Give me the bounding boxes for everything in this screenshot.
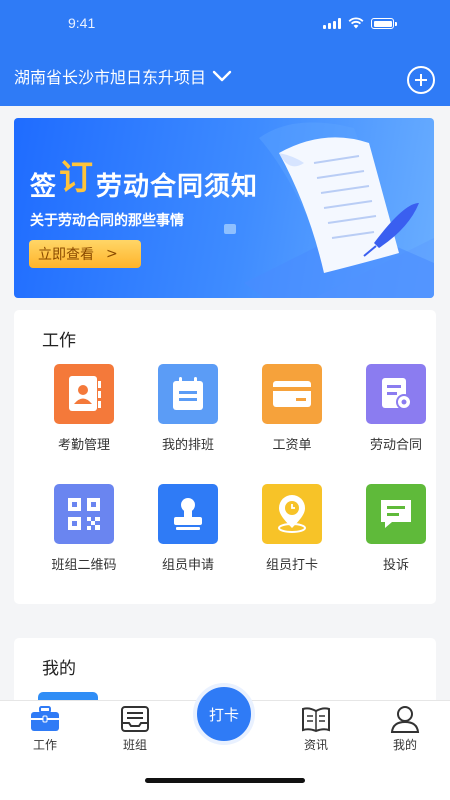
briefcase-icon (31, 706, 59, 731)
chevron-down-icon (212, 70, 232, 82)
tab-team[interactable]: 班组 (105, 705, 165, 753)
add-button[interactable] (407, 66, 435, 94)
chevron-right-icon: > (106, 246, 118, 262)
work-item-label: 劳动合同 (369, 438, 422, 453)
work-item-complaint[interactable]: 投诉 (344, 484, 448, 573)
project-name: 湖南省长沙市旭日东升项目 (14, 68, 207, 87)
work-item-label: 考勤管理 (57, 438, 110, 453)
message-icon (366, 484, 426, 544)
banner-title: 签订劳动合同须知 (30, 158, 259, 202)
contract-scroll-illustration (224, 122, 434, 298)
work-item-label: 投诉 (382, 558, 409, 573)
inbox-icon (121, 706, 149, 732)
work-item-attendance[interactable]: 考勤管理 (32, 364, 136, 453)
tab-label: 工作 (32, 738, 57, 752)
work-item-team-qrcode[interactable]: 班组二维码 (32, 484, 136, 573)
home-indicator (145, 778, 305, 783)
work-item-label: 组员申请 (161, 558, 214, 573)
location-clock-icon (262, 484, 322, 544)
signal-icon (323, 18, 341, 29)
work-item-payslip[interactable]: 工资单 (240, 364, 344, 453)
work-item-member-punch[interactable]: 组员打卡 (240, 484, 344, 573)
status-icons (323, 17, 397, 29)
work-item-label: 工资单 (272, 438, 312, 453)
calendar-icon (158, 364, 218, 424)
app-header: 9:41 湖南省长沙市旭日东升项目 (0, 0, 450, 106)
view-now-button[interactable]: 立即查看 > (29, 240, 141, 268)
status-time: 9:41 (68, 15, 96, 31)
person-icon (390, 706, 420, 733)
qr-code-icon (54, 484, 114, 544)
work-item-schedule[interactable]: 我的排班 (136, 364, 240, 453)
tab-news[interactable]: 资讯 (286, 705, 346, 753)
work-item-contract[interactable]: 劳动合同 (344, 364, 448, 453)
tab-label: 班组 (122, 738, 147, 752)
wifi-icon (348, 17, 364, 29)
status-bar: 9:41 (0, 0, 450, 48)
view-now-label: 立即查看 (38, 247, 94, 263)
punch-in-label: 打卡 (208, 705, 239, 724)
stamp-icon (158, 484, 218, 544)
work-item-label: 我的排班 (161, 438, 214, 453)
tab-work[interactable]: 工作 (15, 705, 75, 753)
work-item-member-apply[interactable]: 组员申请 (136, 484, 240, 573)
contract-icon (366, 364, 426, 424)
tab-mine[interactable]: 我的 (375, 705, 435, 753)
punch-in-button[interactable]: 打卡 (193, 683, 255, 745)
mine-section-title: 我的 (42, 659, 76, 679)
work-item-label: 班组二维码 (51, 558, 117, 573)
tab-label: 资讯 (303, 738, 328, 752)
news-icon (302, 707, 330, 733)
work-section-title: 工作 (42, 331, 76, 351)
work-item-label: 组员打卡 (265, 558, 318, 573)
promo-banner[interactable]: 签订劳动合同须知 关于劳动合同的那些事情 立即查看 > (14, 118, 434, 298)
battery-icon (371, 18, 397, 29)
contacts-icon (54, 364, 114, 424)
banner-subtitle: 关于劳动合同的那些事情 (30, 213, 184, 229)
work-section: 工作 考勤管理 我的排班 工资单 劳动合同 班组二维码 组员申请 组员打卡 投诉 (14, 310, 436, 604)
card-icon (262, 364, 322, 424)
project-selector[interactable]: 湖南省长沙市旭日东升项目 (14, 64, 232, 88)
tab-label: 我的 (392, 738, 417, 752)
